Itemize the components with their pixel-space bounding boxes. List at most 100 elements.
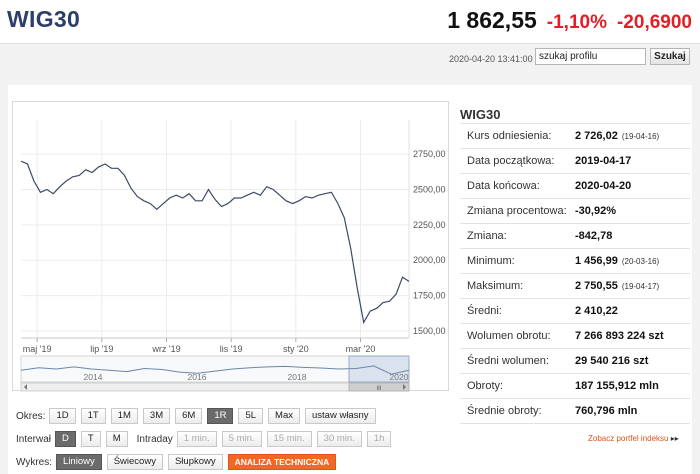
period-label: Okres:	[16, 410, 46, 422]
index-name: WIG30	[7, 6, 81, 32]
info-row: Data końcowa: 2020-04-20	[460, 174, 690, 199]
info-value: 187 155,912 mln	[575, 380, 659, 392]
period-button-max[interactable]: Max	[268, 408, 300, 424]
intraday-button-1-min[interactable]: 1 min.	[176, 431, 217, 447]
quote-timestamp: 2020-04-20 13:41:00	[449, 54, 533, 64]
interval-label: Interwał	[16, 433, 52, 445]
info-label: Obroty:	[467, 380, 504, 392]
scrollbar-grip-icon: III	[376, 386, 381, 392]
info-value: 2 750,55	[575, 280, 618, 292]
info-value: 7 266 893 224 szt	[575, 330, 664, 342]
x-tick-label: maj '19	[23, 344, 52, 354]
info-title: WIG30	[460, 107, 501, 122]
period-button-5l[interactable]: 5L	[238, 408, 264, 424]
interval-button-m[interactable]: M	[105, 431, 128, 447]
info-date: (19-04-16)	[621, 131, 660, 141]
main-content: 2750,00 2500,00 2250,00 2000,00 1750,00 1500,…	[8, 85, 692, 474]
info-value: 760,796 mln	[575, 405, 638, 417]
chart-type-controls: Wykres: Liniowy Świecowy Słupkowy ANALIZA T…	[16, 453, 341, 471]
info-label: Zmiana procentowa:	[467, 205, 567, 217]
chart-type-button-0[interactable]: Liniowy	[56, 454, 102, 470]
info-label: Data końcowa:	[467, 180, 540, 192]
interval-button-t[interactable]: T	[80, 431, 101, 447]
info-row: Średni wolumen: 29 540 216 szt	[460, 349, 690, 374]
period-button-6m[interactable]: 6M	[175, 408, 203, 424]
info-label: Zmiana:	[467, 230, 507, 242]
info-value: 1 456,99	[575, 255, 618, 267]
period-button-1d[interactable]: 1D	[49, 408, 76, 424]
info-row: Data początkowa: 2019-04-17	[460, 149, 690, 174]
technical-analysis-button[interactable]: ANALIZA TECHNICZNA	[227, 454, 337, 470]
info-value: -30,92%	[575, 205, 616, 217]
info-row: Maksimum: 2 750,55 (19-04-17)	[460, 274, 690, 299]
y-tick-label: 2000,00	[413, 255, 446, 265]
info-label: Średnie obroty:	[467, 405, 542, 417]
search-bar: 2020-04-20 13:41:00 Szukaj	[0, 44, 700, 72]
info-row: Minimum: 1 456,99 (20-03-16)	[460, 249, 690, 274]
plot-area	[21, 120, 409, 338]
navigator-year-label: 2018	[288, 372, 307, 382]
info-row: Średni: 2 410,22	[460, 299, 690, 324]
intraday-button-1h[interactable]: 1h	[366, 431, 392, 447]
period-button-1t[interactable]: 1T	[80, 408, 106, 424]
quote-header: WIG30 1 862,55 -1,10% -20,6900	[0, 0, 700, 44]
period-button-1r[interactable]: 1R	[207, 408, 234, 424]
info-label: Średni:	[467, 305, 502, 317]
y-tick-label: 2750,00	[413, 149, 446, 159]
info-label: Data początkowa:	[467, 155, 555, 167]
price-chart[interactable]: 2750,00 2500,00 2250,00 2000,00 1750,00 1500,…	[13, 102, 450, 392]
x-tick-label: wrz '19	[151, 344, 180, 354]
navigator-year-label: 2020	[390, 372, 409, 382]
double-chevron-right-icon: ▸▸	[670, 434, 679, 443]
info-table: Kurs odniesienia: 2 726,02 (19-04-16) Data …	[460, 123, 690, 424]
y-tick-label: 1750,00	[413, 291, 446, 301]
info-label: Średni wolumen:	[467, 355, 549, 367]
info-value: 29 540 216 szt	[575, 355, 649, 367]
info-date: (19-04-17)	[621, 281, 660, 291]
info-value: 2020-04-20	[575, 180, 632, 192]
y-tick-label: 1500,00	[413, 326, 446, 336]
x-tick-label: mar '20	[346, 344, 376, 354]
portfolio-link-label: Zobacz portfel indeksu	[588, 434, 669, 443]
intraday-button-15-min[interactable]: 15 min.	[266, 431, 312, 447]
period-controls: Okres: 1D 1T 1M 3M 6M 1R 5L Max ustaw własny	[16, 407, 381, 425]
quote-change-percent: -1,10%	[546, 12, 607, 33]
info-value: -842,78	[575, 230, 613, 242]
chart-type-label: Wykres:	[16, 456, 53, 468]
interval-controls: Interwał D T M Intraday 1 min. 5 min. 15 min. 3…	[16, 430, 396, 448]
period-button-1m[interactable]: 1M	[110, 408, 138, 424]
interval-button-d[interactable]: D	[55, 431, 76, 447]
y-tick-label: 2250,00	[413, 220, 446, 230]
quote-change-absolute: -20,6900	[616, 12, 692, 33]
info-row: Zmiana: -842,78	[460, 224, 690, 249]
navigator-year-label: 2016	[188, 372, 207, 382]
info-date: (20-03-16)	[621, 256, 660, 266]
info-value: 2 726,02	[575, 130, 618, 142]
info-row: Kurs odniesienia: 2 726,02 (19-04-16)	[460, 124, 690, 149]
chart-frame: 2750,00 2500,00 2250,00 2000,00 1750,00 1500,…	[12, 101, 450, 392]
info-label: Kurs odniesienia:	[467, 130, 552, 142]
intraday-label: Intraday	[136, 433, 173, 445]
info-value: 2019-04-17	[575, 155, 632, 167]
page: WIG30 1 862,55 -1,10% -20,6900 2020-04-2…	[0, 0, 700, 474]
search-input[interactable]	[535, 48, 646, 65]
info-label: Maksimum:	[467, 280, 524, 292]
intraday-button-30-min[interactable]: 30 min.	[316, 431, 362, 447]
search-button[interactable]: Szukaj	[650, 48, 690, 65]
quote-row: 1 862,55 -1,10% -20,6900	[447, 7, 692, 34]
info-row: Obroty: 187 155,912 mln	[460, 374, 690, 399]
info-label: Minimum:	[467, 255, 515, 267]
info-row: Zmiana procentowa: -30,92%	[460, 199, 690, 224]
quote-value: 1 862,55	[447, 7, 537, 33]
chart-type-button-1[interactable]: Świecowy	[106, 454, 163, 470]
intraday-button-5-min[interactable]: 5 min.	[221, 431, 262, 447]
period-button-3m[interactable]: 3M	[142, 408, 171, 424]
info-row: Średnie obroty: 760,796 mln	[460, 399, 690, 424]
x-tick-label: sty '20	[283, 344, 309, 354]
period-button-ustaw-własny[interactable]: ustaw własny	[305, 408, 376, 424]
chart-type-button-2[interactable]: Słupkowy	[167, 454, 223, 470]
portfolio-link[interactable]: Zobacz portfel indeksu ▸▸	[588, 434, 679, 443]
x-tick-label: lis '19	[220, 344, 243, 354]
info-row: Wolumen obrotu: 7 266 893 224 szt	[460, 324, 690, 349]
y-tick-label: 2500,00	[413, 185, 446, 195]
